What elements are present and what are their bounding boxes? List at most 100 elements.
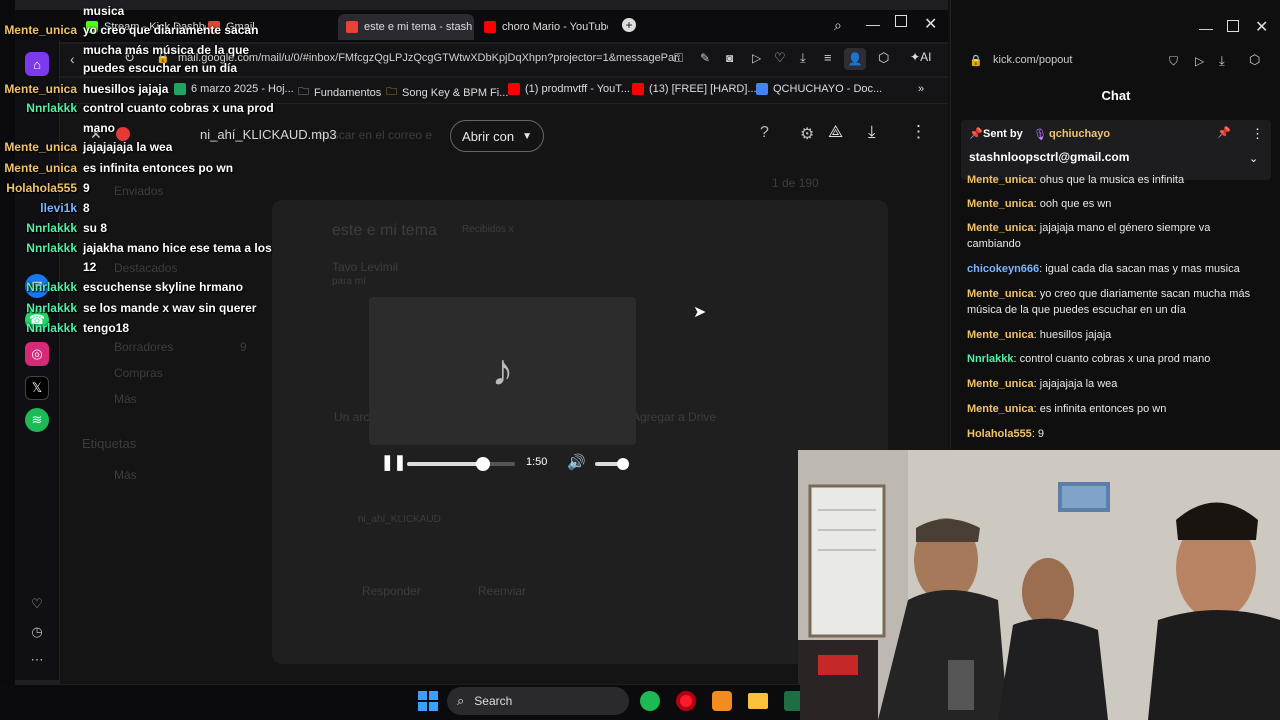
bookmarks-more-icon[interactable]: » — [918, 83, 924, 95]
email-subject: este e mi tema — [332, 222, 437, 239]
chat-username[interactable]: Mente_unica — [967, 329, 1034, 341]
volume-thumb[interactable] — [617, 458, 629, 470]
volume-icon[interactable]: 🔊 — [567, 453, 586, 471]
overlay-chat-user: Mente_unica — [4, 161, 77, 175]
heart-icon[interactable]: ♡ — [774, 50, 786, 66]
add-to-drive-icon[interactable]: ⟁ — [828, 122, 843, 142]
fl-studio-taskbar-icon[interactable] — [712, 691, 732, 711]
history-icon[interactable]: ◷ — [25, 620, 49, 644]
overlay-chat-message: su 8 — [83, 221, 108, 235]
chat-username[interactable]: chicokeyn666 — [967, 263, 1039, 275]
docs-icon — [756, 83, 768, 95]
gmail-pager: 1 de 190 — [772, 176, 819, 190]
heart-icon[interactable]: ♡ — [25, 592, 49, 616]
pinned-more-icon[interactable]: ⋮ — [1251, 126, 1264, 142]
chat-username[interactable]: Holahola555 — [967, 428, 1032, 440]
profile-icon[interactable]: 👤 — [844, 48, 866, 70]
x-icon[interactable]: 𝕏 — [25, 376, 49, 400]
tab-active-email[interactable]: este e mi tema - stash — [338, 14, 474, 40]
ai-button[interactable]: ✦AI — [910, 50, 931, 64]
mouse-cursor-icon: ➤ — [693, 304, 707, 321]
chevron-down-icon[interactable]: ⌄ — [1249, 152, 1258, 165]
chat-text: : huesillos jajaja — [1033, 329, 1112, 341]
gmail-drafts-count: 9 — [240, 340, 247, 354]
open-with-button[interactable]: Abrir con ▼ — [450, 120, 544, 152]
bookmark-youtube-1[interactable]: (1) prodmvtff - YouT... — [508, 83, 630, 95]
minimize-icon[interactable]: — — [1199, 20, 1213, 36]
overlay-chat-user: Mente_unica — [4, 82, 77, 96]
youtube-icon — [632, 83, 644, 95]
volume-slider[interactable] — [595, 458, 629, 470]
overlay-chat-message: 8 — [83, 201, 90, 215]
chat-username[interactable]: Mente_unica — [967, 378, 1034, 390]
close-icon[interactable]: ✕ — [924, 14, 937, 34]
instagram-icon[interactable]: ◎ — [25, 342, 49, 366]
overlay-chat-user: Nnrlakkk — [26, 241, 77, 255]
stream-chat-overlay: musica Mente_unica yo creo que diariamente… — [0, 0, 280, 340]
new-tab-button[interactable]: + — [622, 18, 636, 32]
overlay-chat-message: se los mande x wav sin querer — [83, 301, 257, 315]
bookmark-folder[interactable]: 🗀 Fundamentos — [298, 83, 381, 102]
unpin-icon[interactable]: 📌 — [1217, 126, 1231, 139]
minimize-icon[interactable]: — — [866, 16, 880, 32]
chat-username[interactable]: Mente_unica — [967, 288, 1034, 300]
chat-text: : ohus que la musica es infinita — [1033, 174, 1185, 186]
settings-icon[interactable]: ⚙ — [800, 124, 814, 144]
music-note-icon: ♪ — [491, 346, 514, 395]
taskbar-search[interactable]: ⌕ Search — [447, 687, 629, 715]
chat-url[interactable]: kick.com/popout — [993, 54, 1072, 66]
download-icon[interactable]: ⤓ — [1219, 53, 1225, 69]
playback-time: 1:50 — [526, 456, 548, 468]
spotify-icon[interactable]: ≋ — [25, 408, 49, 432]
close-icon[interactable]: ✕ — [1255, 17, 1268, 37]
maximize-icon[interactable] — [895, 15, 907, 27]
overlay-chat-message: es infinita entonces po wn — [83, 161, 234, 175]
overlay-chat-message: tengo18 — [83, 321, 130, 335]
play-icon[interactable]: ▷ — [752, 51, 761, 65]
camera-icon[interactable]: ◙ — [726, 51, 733, 65]
maximize-icon[interactable] — [1227, 20, 1239, 32]
chat-username[interactable]: Mente_unica — [967, 198, 1034, 210]
overlay-chat-message: mano — [83, 121, 116, 135]
key-icon[interactable]: ⚿ — [674, 51, 683, 66]
spotify-taskbar-icon[interactable] — [640, 691, 660, 711]
extension-cube-icon[interactable]: ⬡ — [878, 50, 889, 66]
opera-taskbar-icon[interactable] — [676, 691, 696, 711]
menu-lines-icon[interactable]: ≡ — [824, 50, 832, 65]
reply-button: Responder — [362, 584, 421, 598]
edit-icon[interactable]: ✎ — [700, 51, 710, 65]
bookmark-youtube-2[interactable]: (13) [FREE] [HARD]... — [632, 83, 757, 95]
chat-message: Mente_unica: es infinita entonces po wn — [967, 401, 1267, 417]
excel-taskbar-icon[interactable] — [784, 691, 800, 711]
windows-start-icon[interactable] — [418, 691, 438, 711]
overlay-chat-message: escuchense skyline hrmano — [83, 280, 244, 294]
overlay-chat-message: yo creo que diariamente sacan — [83, 23, 259, 37]
download-file-icon[interactable]: ⤓ — [868, 122, 876, 142]
more-options-icon[interactable]: ⋮ — [910, 122, 927, 142]
overlay-chat-message: huesillos jajaja — [83, 82, 169, 96]
bookmark-doc[interactable]: QCHUCHAYO - Doc... — [756, 83, 882, 95]
chat-text: : 9 — [1031, 428, 1045, 440]
play-icon[interactable]: ▷ — [1195, 54, 1204, 68]
chat-message: Mente_unica: jajajajaja la wea — [967, 376, 1267, 392]
search-tabs-icon[interactable]: ⌕ — [834, 17, 842, 34]
chat-username[interactable]: Mente_unica — [967, 222, 1034, 234]
bookmark-songkey[interactable]: 🗀 Song Key & BPM Fi... — [386, 83, 508, 102]
pause-icon[interactable]: ❚❚ — [381, 453, 406, 471]
chat-username[interactable]: Mente_unica — [967, 174, 1034, 186]
tab-youtube[interactable]: choro Mario - YouTube — [476, 14, 608, 40]
shield-icon[interactable]: ⛉ — [1169, 54, 1178, 69]
extension-cube-icon[interactable]: ⬡ — [1249, 52, 1260, 68]
seek-thumb[interactable] — [475, 457, 490, 471]
download-icon[interactable]: ⤓ — [800, 50, 806, 66]
chat-text: : ooh que es wn — [1033, 198, 1112, 210]
seek-bar[interactable] — [407, 457, 515, 471]
chat-username[interactable]: Nnrlakkk — [967, 353, 1013, 365]
email-sender: Tavo Levimil — [332, 260, 399, 274]
help-icon[interactable]: ? — [760, 124, 769, 142]
attachment-chip: ni_ahí_KLICKAUD — [358, 514, 441, 525]
more-icon[interactable]: ⋯ — [25, 648, 49, 672]
gmail-sidebar-more: Más — [114, 392, 137, 406]
file-explorer-taskbar-icon[interactable] — [748, 693, 768, 709]
chat-username[interactable]: Mente_unica — [967, 403, 1034, 415]
